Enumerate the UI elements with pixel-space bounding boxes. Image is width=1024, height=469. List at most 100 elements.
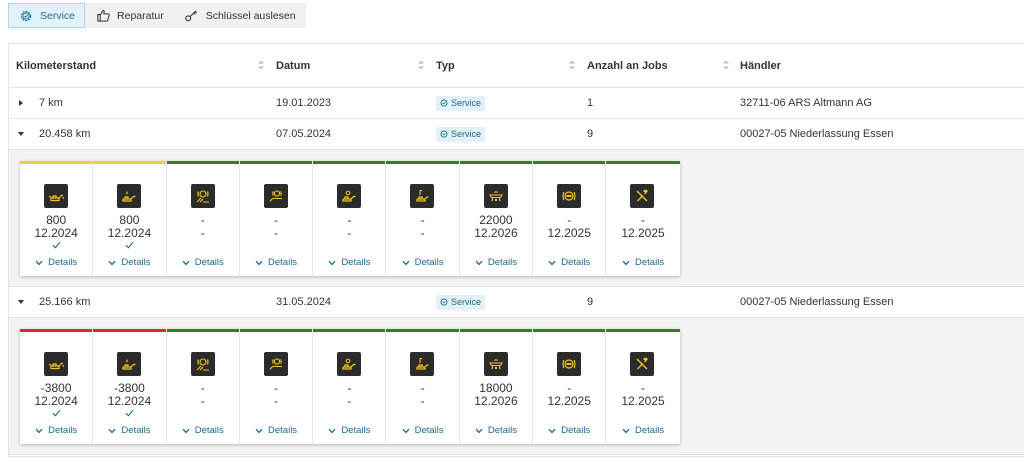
rear-brake-icon — [263, 184, 288, 208]
collapse-caret-icon[interactable] — [18, 300, 24, 304]
status-bar — [533, 161, 606, 164]
service-item-card: - - Details — [386, 161, 460, 276]
chevron-down-icon — [255, 428, 263, 433]
coolant-icon — [410, 352, 435, 376]
status-bar — [313, 329, 386, 332]
column-header-kilometerstand[interactable]: Kilometerstand — [16, 44, 96, 88]
due-date-value: 12.2024 — [34, 226, 78, 240]
chevron-down-icon — [475, 260, 483, 265]
service-item-cards: 800 12.2024 Details 800 12.2024 Details - - Deta… — [20, 161, 680, 276]
chevron-down-icon — [622, 428, 630, 433]
chevron-down-icon — [108, 260, 116, 265]
expand-caret-icon[interactable] — [19, 100, 23, 106]
details-link[interactable]: Details — [20, 257, 92, 268]
schluessel-auslesen-button[interactable]: Schlüssel auslesen — [173, 3, 306, 28]
chevron-down-icon — [402, 428, 410, 433]
details-link[interactable]: Details — [240, 257, 312, 268]
due-date-value: - — [274, 226, 279, 240]
due-date-value: 12.2025 — [547, 394, 591, 408]
tools-icon — [630, 184, 655, 208]
sort-icon[interactable] — [723, 59, 729, 71]
service-item-card: 18000 12.2026 Details — [459, 329, 534, 444]
service-history-table: Kilometerstand Datum Typ Anzahl an Jobs … — [8, 43, 1024, 457]
status-bar — [606, 161, 680, 164]
rear-brake-icon — [263, 352, 288, 376]
service-item-card: -3800 12.2024 Details — [93, 329, 167, 444]
details-link[interactable]: Details — [93, 257, 165, 268]
due-date-value: - — [420, 226, 425, 240]
sort-icon[interactable] — [418, 59, 424, 71]
details-link[interactable]: Details — [533, 257, 605, 268]
details-link[interactable]: Details — [167, 425, 239, 436]
engine-oil-level-icon — [117, 352, 142, 376]
status-bar — [313, 161, 386, 164]
status-bar — [239, 329, 313, 332]
service-detail-panel: -3800 12.2024 Details -3800 12.2024 Details - -… — [9, 318, 1024, 455]
service-item-card: -12.2025 Details — [533, 329, 607, 444]
column-header-datum[interactable]: Datum — [276, 44, 310, 88]
vehicle-check-icon — [483, 184, 508, 208]
column-header-haendler[interactable]: Händler — [740, 44, 781, 88]
service-badge: Service — [436, 126, 486, 142]
dealer-cell: 00027-05 Niederlassung Essen — [740, 128, 894, 140]
details-link[interactable]: Details — [20, 425, 92, 436]
reparatur-button[interactable]: Reparatur — [85, 3, 174, 28]
thumbs-up-icon — [95, 8, 111, 24]
details-link[interactable]: Details — [167, 257, 239, 268]
collapse-caret-icon[interactable] — [18, 132, 24, 136]
coolant-icon — [410, 184, 435, 208]
service-item-card: - - Details — [313, 329, 387, 444]
status-bar — [166, 161, 239, 164]
details-link[interactable]: Details — [606, 257, 679, 268]
details-link[interactable]: Details — [386, 257, 458, 268]
chevron-down-icon — [255, 260, 263, 265]
due-date-value: 12.2025 — [621, 226, 665, 240]
brake-disc-icon — [557, 352, 582, 376]
table-row[interactable]: 25.166 km 31.05.2024 Service 9 00027-05 … — [9, 287, 1024, 318]
service-badge-icon — [440, 298, 448, 306]
due-date-value: 12.2025 — [621, 394, 665, 408]
service-badge: Service — [436, 294, 486, 310]
sort-icon[interactable] — [258, 59, 264, 71]
jobs-cell: 9 — [587, 128, 594, 140]
table-row[interactable]: 20.458 km 07.05.2024 Service 9 00027-05 … — [9, 119, 1024, 150]
details-link[interactable]: Details — [606, 425, 679, 436]
km-cell: 7 km — [39, 97, 63, 109]
service-item-card: 800 12.2024 Details — [20, 161, 94, 276]
key-icon — [184, 8, 200, 24]
details-link[interactable]: Details — [313, 425, 385, 436]
due-date-value: - — [347, 394, 352, 408]
service-item-card: - - Details — [239, 161, 314, 276]
service-badge-icon — [440, 99, 448, 107]
status-bar — [459, 161, 533, 164]
service-button[interactable]: Service — [8, 3, 86, 28]
brake-fluid-icon — [337, 352, 362, 376]
status-bar — [606, 329, 680, 332]
brake-fluid-icon — [337, 184, 362, 208]
details-link[interactable]: Details — [93, 425, 165, 436]
details-link[interactable]: Details — [240, 425, 312, 436]
table-row[interactable]: 7 km 19.01.2023 Service 1 32711-06 ARS A… — [9, 88, 1024, 119]
due-date-value: 12.2026 — [474, 394, 518, 408]
status-bar — [239, 161, 313, 164]
column-header-anzahl-an-jobs[interactable]: Anzahl an Jobs — [587, 44, 668, 88]
service-item-card: 800 12.2024 Details — [93, 161, 167, 276]
service-item-card: -12.2025 Details — [606, 329, 680, 444]
column-header-typ[interactable]: Typ — [436, 44, 455, 88]
details-link[interactable]: Details — [533, 425, 605, 436]
due-date-value: - — [200, 394, 205, 408]
brake-disc-icon — [557, 184, 582, 208]
sort-icon[interactable] — [569, 59, 575, 71]
details-link[interactable]: Details — [460, 257, 532, 268]
details-link[interactable]: Details — [460, 425, 532, 436]
status-bar — [20, 329, 93, 332]
status-bar — [386, 161, 459, 164]
service-item-card: 22000 12.2026 Details — [459, 161, 534, 276]
check-icon — [52, 241, 61, 249]
details-link[interactable]: Details — [313, 257, 385, 268]
km-cell: 25.166 km — [39, 296, 91, 308]
details-link[interactable]: Details — [386, 425, 458, 436]
chevron-down-icon — [328, 428, 336, 433]
due-date-value: 12.2024 — [107, 394, 152, 408]
chevron-down-icon — [182, 428, 190, 433]
